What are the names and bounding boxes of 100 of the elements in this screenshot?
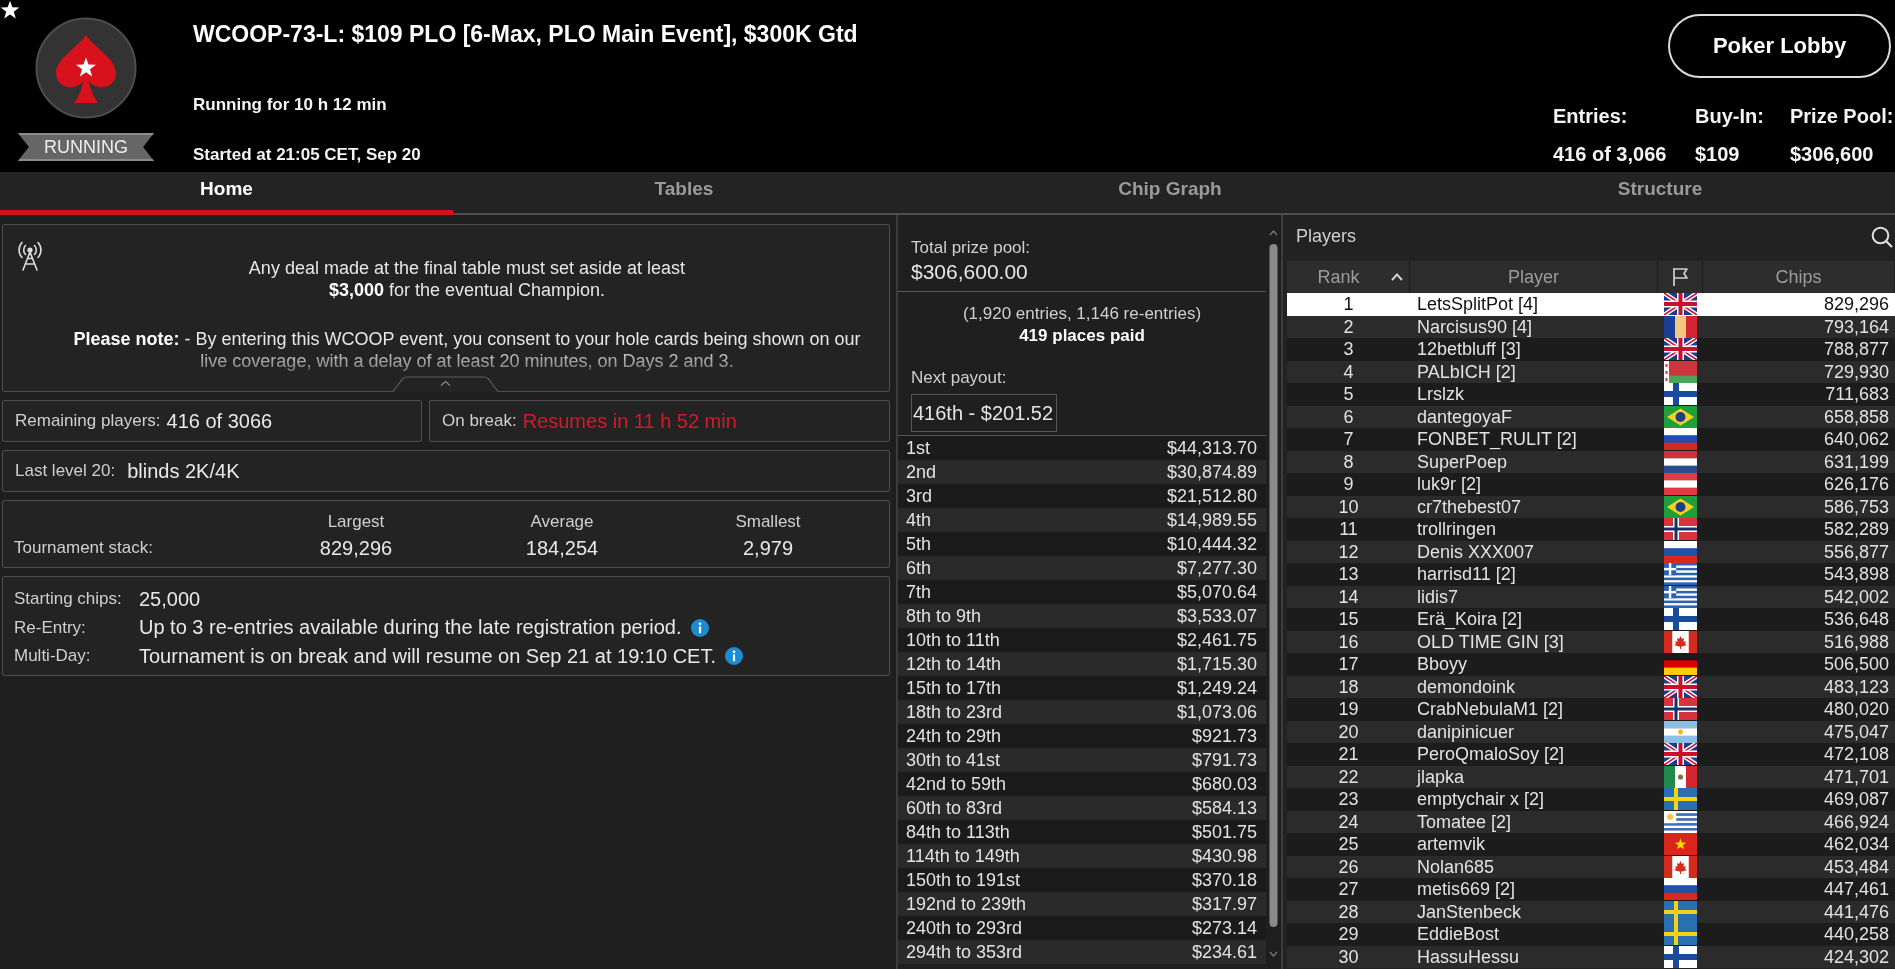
flag-icon <box>1664 788 1697 811</box>
flag-icon <box>1664 743 1697 766</box>
player-row[interactable]: 20 danipinicuer 475,047 <box>1287 720 1895 743</box>
rank-cell-text: 19 <box>1337 698 1360 721</box>
player-name-cell-text: 12betbluff [3] <box>1416 338 1522 361</box>
place-cell: 60th to 83rd <box>906 797 1003 819</box>
stat-label: Prize Pool: <box>1790 104 1894 128</box>
player-row[interactable]: 8 SuperPoep 631,199 <box>1287 450 1895 473</box>
spade-logo-icon <box>35 17 137 119</box>
chips-cell-text: 582,289 <box>1822 518 1890 541</box>
player-row[interactable]: 19 CrabNebulaM1 [2] 480,020 <box>1287 698 1895 721</box>
break-status-value: Resumes in 11 h 52 min <box>522 409 737 433</box>
poker-lobby-button[interactable]: Poker Lobby <box>1668 14 1891 78</box>
player-name-cell-text: metis669 [2] <box>1416 878 1517 901</box>
player-row[interactable]: 25 artemvik 462,034 <box>1287 833 1895 856</box>
player-row[interactable]: 4 PALbICH [2] 729,930 <box>1287 360 1895 383</box>
player-row[interactable]: 12 Denis XXX007 556,877 <box>1287 540 1895 563</box>
rank-cell-text: 23 <box>1337 788 1360 811</box>
stat-label: Entries: <box>1553 104 1629 128</box>
chips-cell-text: 711,683 <box>1824 383 1890 406</box>
player-name-cell-text: SuperPoep <box>1416 450 1509 473</box>
player-row[interactable]: 30 HassuHessu 424,302 <box>1287 945 1895 968</box>
rank-cell-text: 24 <box>1337 810 1360 833</box>
place-cell: 15th to 17th <box>906 677 1002 699</box>
stat-value: $109 <box>1695 142 1741 166</box>
star-icon[interactable] <box>0 0 20 20</box>
player-row[interactable]: 10 cr7thebest07 586,753 <box>1287 495 1895 518</box>
amount-cell: $501.75 <box>1191 821 1257 843</box>
flag-icon <box>1664 945 1697 968</box>
player-row[interactable]: 1 LetsSplitPot [4] 829,296 <box>1287 293 1895 316</box>
flag-icon <box>1664 563 1697 586</box>
player-row[interactable]: 14 lidis7 542,002 <box>1287 585 1895 608</box>
tab[interactable]: Tables <box>453 172 915 215</box>
amount-cell: $273.14 <box>1191 917 1257 939</box>
player-row[interactable]: 24 Tomatee [2] 466,924 <box>1287 810 1895 833</box>
player-row[interactable]: 21 PeroQmaloSoy [2] 472,108 <box>1287 743 1895 766</box>
player-row[interactable]: 9 luk9r [2] 626,176 <box>1287 473 1895 496</box>
info-icon[interactable] <box>725 647 743 666</box>
tab[interactable]: Chip Graph <box>915 172 1425 215</box>
player-row[interactable]: 13 harrisd11 [2] 543,898 <box>1287 563 1895 586</box>
amount-cell: $791.73 <box>1191 749 1257 771</box>
tournament-title: WCOOP-73-L: $109 PLO [6-Max, PLO Main Event], $300K Gtd <box>193 20 858 49</box>
player-row[interactable]: 26 Nolan685 453,484 <box>1287 855 1895 878</box>
tab[interactable]: Structure <box>1425 172 1895 215</box>
player-name-cell-text: Erä_Koira [2] <box>1416 608 1524 631</box>
rank-cell-text: 22 <box>1337 765 1360 788</box>
amount-cell: $14,989.55 <box>1166 509 1257 531</box>
player-name-cell-text: Bboyy <box>1416 653 1469 676</box>
amount-cell: $430.98 <box>1191 845 1257 867</box>
player-row[interactable]: 2 Narcisus90 [4] 793,164 <box>1287 315 1895 338</box>
chips-cell-text: 543,898 <box>1822 563 1890 586</box>
player-row[interactable]: 23 emptychair x [2] 469,087 <box>1287 788 1895 811</box>
chips-cell-text: 440,258 <box>1822 923 1890 946</box>
chips-cell-text: 453,484 <box>1822 855 1890 878</box>
player-row[interactable]: 16 OLD TIME GIN [3] 516,988 <box>1287 630 1895 653</box>
chips-cell-text: 729,930 <box>1822 360 1890 383</box>
player-row[interactable]: 15 Erä_Koira [2] 536,648 <box>1287 608 1895 631</box>
player-name-cell-text: Tomatee [2] <box>1416 810 1513 833</box>
remaining-players-value: 416 of 3066 <box>166 409 273 433</box>
chips-cell-text: 586,753 <box>1822 495 1890 518</box>
flag-icon <box>1664 810 1697 833</box>
player-row[interactable]: 6 dantegoyaF 658,858 <box>1287 405 1895 428</box>
rank-cell-text: 20 <box>1337 720 1360 743</box>
player-name-cell-text: HassuHessu <box>1416 945 1521 968</box>
search-icon[interactable] <box>1871 225 1893 248</box>
tab[interactable]: Home <box>0 172 453 215</box>
rank-cell-text: 13 <box>1337 563 1360 586</box>
chips-cell-text: 475,047 <box>1822 720 1890 743</box>
player-row[interactable]: 29 EddieBost 440,258 <box>1287 923 1895 946</box>
rank-cell-text: 6 <box>1342 405 1355 428</box>
detail-label: Re-Entry: <box>14 617 87 638</box>
player-row[interactable]: 11 trollringen 582,289 <box>1287 518 1895 541</box>
player-row[interactable]: 17 Bboyy 506,500 <box>1287 653 1895 676</box>
player-name-cell-text: OLD TIME GIN [3] <box>1416 630 1565 653</box>
place-cell: 42nd to 59th <box>906 773 1007 795</box>
player-row[interactable]: 18 demondoink 483,123 <box>1287 675 1895 698</box>
flag-icon <box>1664 473 1697 496</box>
player-name-cell-text: FONBET_RULIT [2] <box>1416 428 1578 451</box>
player-row[interactable]: 22 jlapka 471,701 <box>1287 765 1895 788</box>
rank-cell-text: 25 <box>1337 833 1360 856</box>
place-cell: 7th <box>906 581 932 603</box>
player-row[interactable]: 7 FONBET_RULIT [2] 640,062 <box>1287 428 1895 451</box>
flag-icon <box>1664 675 1697 698</box>
player-name-cell-text: Nolan685 <box>1416 855 1496 878</box>
player-row[interactable]: 5 Lrslzk 711,683 <box>1287 383 1895 406</box>
amount-cell: $7,277.30 <box>1176 557 1257 579</box>
chips-cell-text: 462,034 <box>1822 833 1890 856</box>
player-row[interactable]: 28 JanStenbeck 441,476 <box>1287 900 1895 923</box>
flag-icon <box>1664 315 1697 338</box>
player-row[interactable]: 3 12betbluff [3] 788,877 <box>1287 338 1895 361</box>
announcement-text: Please note: - By entering this WCOOP event, you consent to your hole cards being shown on our live coverage, with a delay of at least 20 minutes, on Days 2 and 3. <box>73 328 861 372</box>
info-icon[interactable] <box>690 618 709 637</box>
player-row[interactable]: 27 metis669 [2] 447,461 <box>1287 878 1895 901</box>
chips-cell-text: 441,476 <box>1822 900 1890 923</box>
rank-cell-text: 8 <box>1342 450 1355 473</box>
last-level-value: blinds 2K/4K <box>127 459 240 483</box>
running-time: Running for 10 h 12 min <box>193 95 387 115</box>
flag-icon <box>1664 855 1697 878</box>
rank-cell-text: 9 <box>1342 473 1355 496</box>
flag-icon <box>1664 405 1697 428</box>
